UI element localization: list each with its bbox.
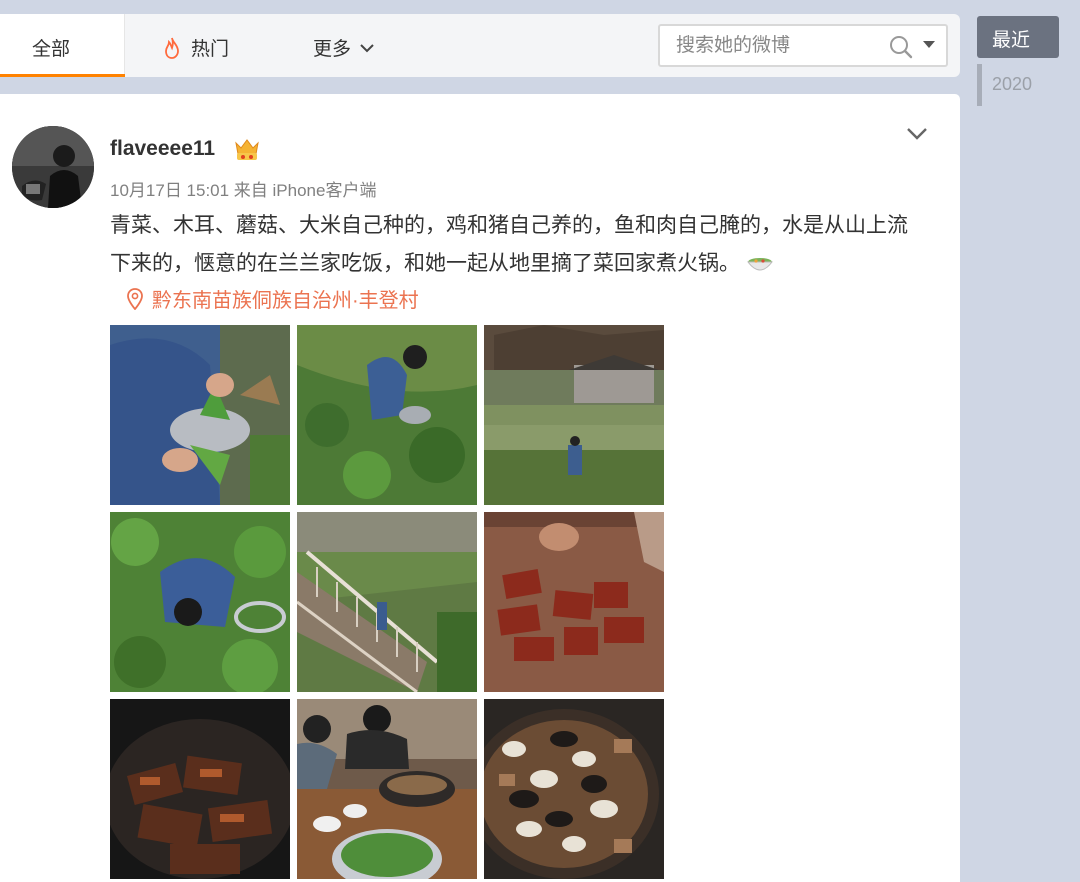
search-icon[interactable] (888, 34, 914, 60)
location-label: 黔东南苗族侗族自治州·丰登村 (152, 290, 419, 312)
tab-hot-label: 热门 (191, 39, 230, 60)
hotpot-emoji-icon (746, 258, 774, 271)
caret-down-icon[interactable] (922, 40, 936, 50)
photo-grilled-fish[interactable] (110, 699, 290, 879)
search-box (658, 24, 948, 67)
photo-village-terraces[interactable] (484, 325, 664, 505)
post-text: 青菜、木耳、蘑菇、大米自己种的，鸡和猪自己养的，鱼和肉自己腌的，水是从山上流下来… (110, 214, 908, 275)
active-tab-indicator (0, 74, 125, 77)
tab-more-label: 更多 (313, 39, 352, 60)
timeline-year[interactable]: 2020 (992, 74, 1032, 95)
timeline-current[interactable]: 最近 (977, 16, 1059, 58)
tab-hot[interactable]: 热门 (163, 34, 229, 61)
tab-all[interactable]: 全部 (0, 14, 125, 77)
photo-grid (110, 325, 664, 882)
location-pin-icon (127, 287, 143, 310)
photo-greens-in-hand[interactable] (110, 325, 290, 505)
timeline-bar (977, 64, 982, 106)
photo-dinner-table[interactable] (297, 699, 477, 879)
search-input[interactable] (676, 34, 876, 58)
post-meta: 10月17日 15:01 来自 iPhone客户端 (110, 181, 377, 200)
post-content: 青菜、木耳、蘑菇、大米自己种的，鸡和猪自己养的，鱼和肉自己腌的，水是从山上流下来… (110, 207, 920, 283)
photo-wooden-stairs[interactable] (297, 512, 477, 692)
flame-icon (165, 37, 179, 59)
post-card: flaveeee11 10月17日 15:01 来自 iPhone客户端 青菜、… (0, 94, 960, 882)
photo-hotpot[interactable] (484, 699, 664, 879)
tab-all-label: 全部 (32, 39, 71, 60)
username[interactable]: flaveeee11 (110, 137, 215, 161)
photo-picking-vegetables[interactable] (297, 325, 477, 505)
avatar[interactable] (12, 126, 94, 208)
vip-crown-icon[interactable] (233, 136, 261, 162)
photo-bending-in-field[interactable] (110, 512, 290, 692)
location-link[interactable]: 黔东南苗族侗族自治州·丰登村 (126, 284, 419, 313)
chevron-down-icon (360, 43, 374, 52)
tab-more[interactable]: 更多 (313, 34, 375, 61)
chevron-down-icon[interactable] (905, 126, 929, 142)
tab-bar: 全部 热门 更多 (0, 14, 960, 77)
photo-cured-meat[interactable] (484, 512, 664, 692)
